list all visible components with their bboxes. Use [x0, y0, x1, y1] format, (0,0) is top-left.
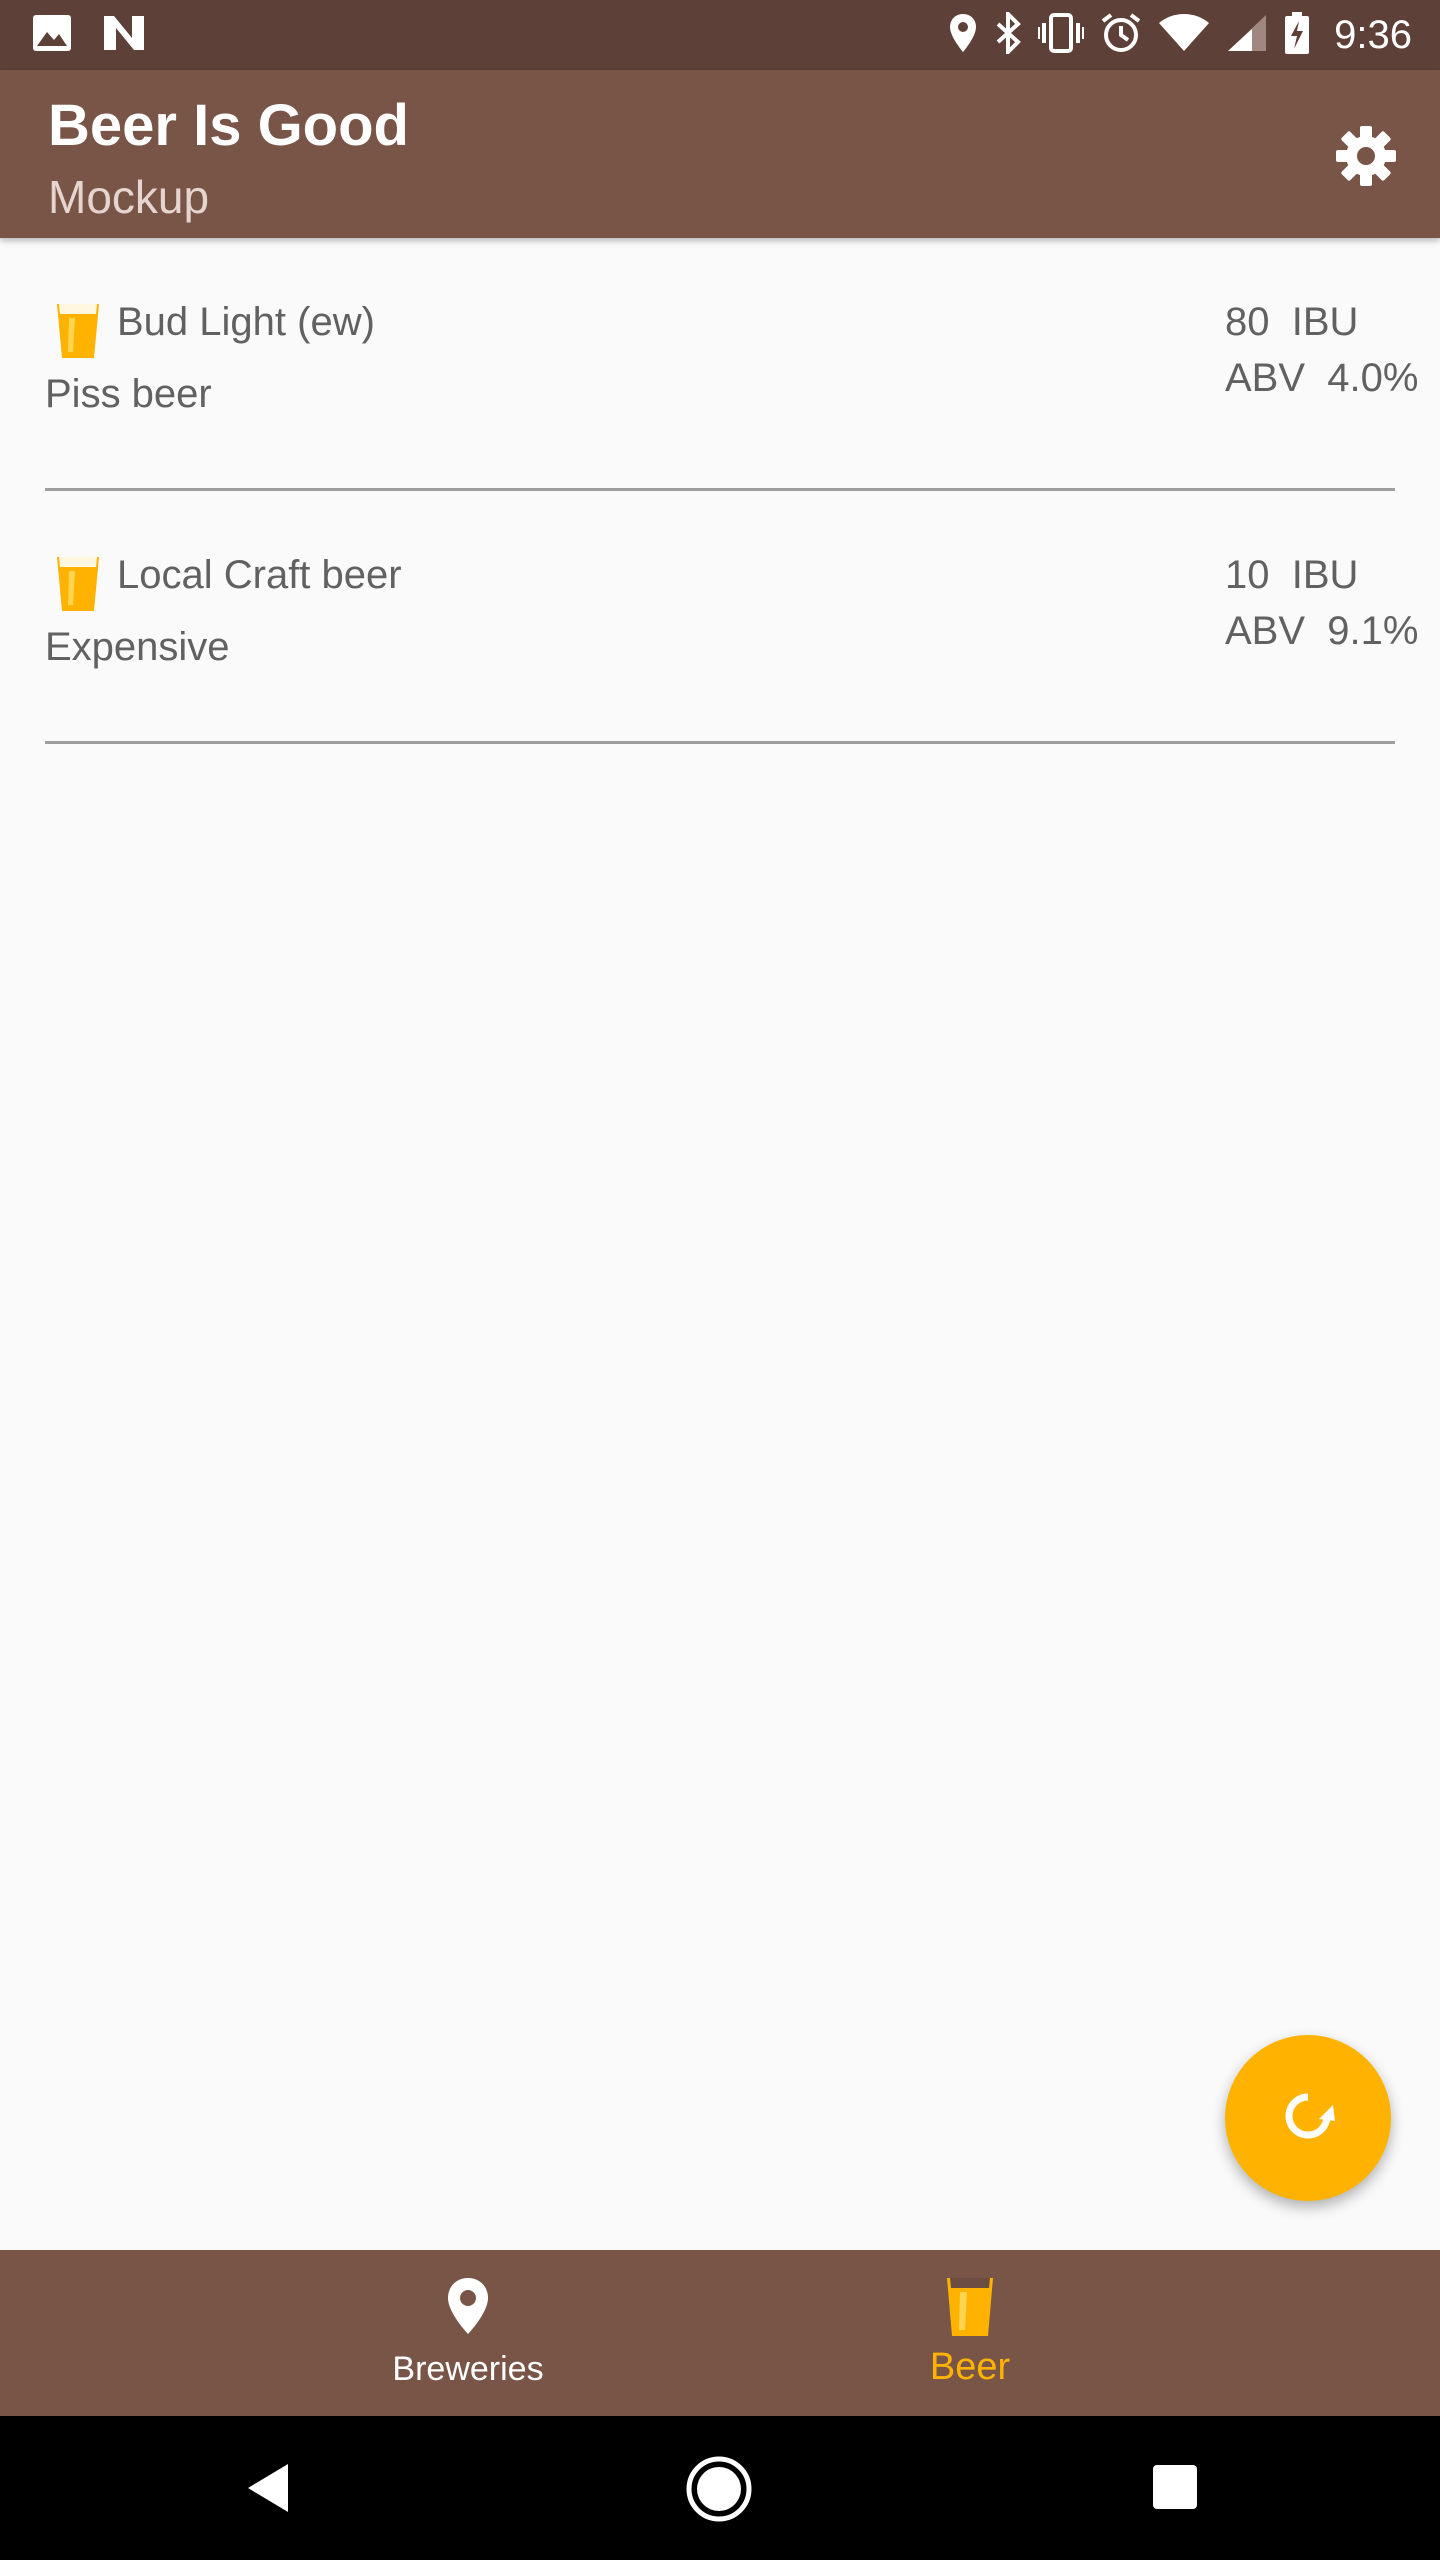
bluetooth-icon: [994, 9, 1022, 58]
beer-ibu: 80 IBU: [1225, 300, 1359, 344]
beer-glass-icon: [55, 555, 101, 613]
alarm-icon: [1100, 12, 1142, 58]
status-bar: 9:36: [0, 0, 1440, 70]
vibrate-icon: [1038, 13, 1085, 57]
battery-icon: [1284, 11, 1310, 59]
nav-item-breweries[interactable]: Breweries: [318, 2250, 618, 2416]
beer-list-item[interactable]: Bud Light (ew) Piss beer 80 IBU ABV 4.0%: [45, 238, 1418, 491]
system-navigation-bar: [0, 2416, 1440, 2560]
beer-list: Bud Light (ew) Piss beer 80 IBU ABV 4.0%…: [0, 238, 1440, 744]
nav-label-beer: Beer: [929, 2346, 1011, 2388]
beer-glass-icon: [945, 2276, 995, 2342]
status-time: 9:36: [1334, 12, 1412, 57]
app-title: Beer Is Good: [48, 93, 409, 158]
image-icon: [32, 14, 72, 56]
back-icon[interactable]: [240, 2458, 300, 2518]
signal-icon: [1226, 13, 1268, 57]
gear-icon: [1330, 126, 1402, 196]
home-icon[interactable]: [684, 2454, 754, 2524]
beer-abv: ABV 4.0%: [1225, 356, 1419, 400]
refresh-button[interactable]: [1225, 2035, 1391, 2201]
beer-glass-icon: [55, 302, 101, 360]
n-icon: [102, 14, 146, 56]
recents-icon[interactable]: [1150, 2462, 1210, 2522]
refresh-icon: [1275, 2083, 1341, 2153]
app-subtitle: Mockup: [48, 171, 210, 223]
beer-name: Bud Light (ew): [117, 300, 375, 344]
beer-ibu: 10 IBU: [1225, 553, 1359, 597]
location-pin-icon: [445, 2276, 491, 2340]
status-right-icons: 9:36: [948, 9, 1412, 59]
beer-description: Piss beer: [45, 372, 212, 416]
bottom-navigation: Breweries Beer: [0, 2250, 1440, 2416]
beer-name: Local Craft beer: [117, 553, 402, 597]
status-left-icons: [32, 14, 146, 56]
beer-description: Expensive: [45, 625, 230, 669]
beer-list-item[interactable]: Local Craft beer Expensive 10 IBU ABV 9.…: [45, 491, 1418, 744]
settings-button[interactable]: [1330, 120, 1402, 192]
app-bar: Beer Is Good Mockup: [0, 70, 1440, 238]
location-icon: [948, 12, 978, 58]
wifi-icon: [1158, 13, 1210, 57]
nav-item-beer[interactable]: Beer: [820, 2250, 1120, 2416]
nav-label-breweries: Breweries: [392, 2350, 544, 2388]
beer-abv: ABV 9.1%: [1225, 609, 1419, 653]
